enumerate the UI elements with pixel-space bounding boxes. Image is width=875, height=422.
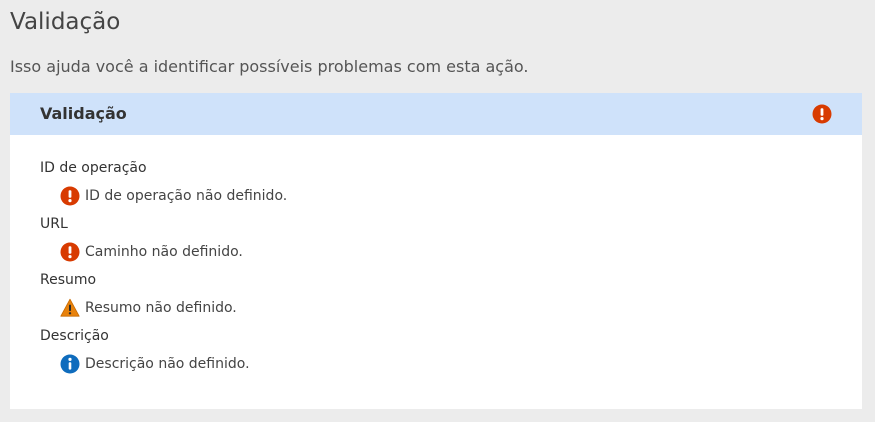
validation-message: ID de operação não definido. — [60, 186, 840, 206]
field-label: Resumo — [40, 272, 97, 288]
field-label: Descrição — [40, 328, 109, 344]
validation-panel-title: Validação — [40, 104, 127, 123]
error-icon — [812, 104, 832, 124]
page-subtitle: Isso ajuda você a identificar possíveis … — [10, 57, 529, 76]
validation-message: Resumo não definido. — [60, 298, 840, 318]
info-icon — [60, 354, 80, 374]
validation-item-url: URL Caminho não definido. — [40, 215, 840, 262]
field-label: URL — [40, 216, 68, 232]
validation-panel-header[interactable]: Validação — [10, 93, 862, 135]
validation-item-summary: Resumo Resumo não definido. — [40, 271, 840, 318]
validation-message: Caminho não definido. — [60, 242, 840, 262]
error-icon — [60, 242, 80, 262]
validation-message-text: Caminho não definido. — [85, 244, 243, 260]
validation-item-description: Descrição Descrição não definido. — [40, 327, 840, 374]
validation-item-operation-id: ID de operação ID de operação não defini… — [40, 159, 840, 206]
field-label: ID de operação — [40, 160, 147, 176]
validation-message-text: Resumo não definido. — [85, 300, 237, 316]
validation-panel: Validação ID de operação ID de operação … — [10, 93, 862, 409]
warning-icon — [60, 298, 80, 318]
validation-message: Descrição não definido. — [60, 354, 840, 374]
validation-message-text: ID de operação não definido. — [85, 188, 288, 204]
validation-message-text: Descrição não definido. — [85, 356, 250, 372]
error-icon — [60, 186, 80, 206]
page-title: Validação — [10, 9, 121, 35]
